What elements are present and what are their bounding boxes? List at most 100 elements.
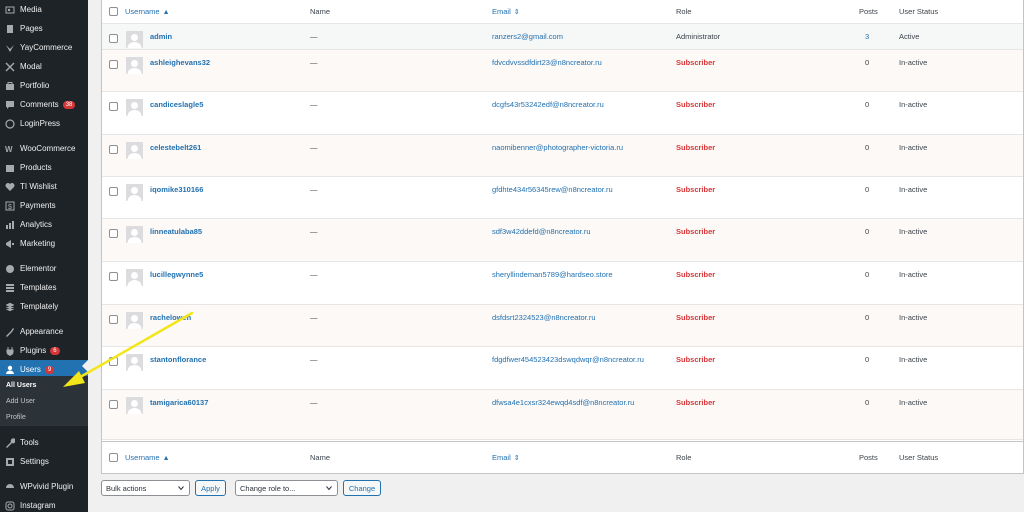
username-link[interactable]: linneatulaba85 xyxy=(150,227,202,236)
email-link[interactable]: gfdhte434r56345rew@n8ncreator.ru xyxy=(492,185,613,194)
posts-count[interactable]: 3 xyxy=(865,32,869,41)
column-header-posts: Posts xyxy=(859,453,878,462)
name-cell: — xyxy=(310,227,318,236)
posts-count: 0 xyxy=(865,355,870,364)
submenu-add-user[interactable]: Add User xyxy=(6,398,35,405)
table-row: lucillegwynne5 — sheryllindeman5789@hardse… xyxy=(102,262,1023,305)
column-header-label: Posts xyxy=(859,453,878,462)
column-header-email[interactable]: Email ⇕ xyxy=(492,7,520,16)
sidebar-item-label: LoginPress xyxy=(20,119,61,128)
sidebar-item-label: Comments xyxy=(20,100,59,109)
wishlist-icon xyxy=(5,182,15,192)
row-checkbox[interactable] xyxy=(109,272,118,281)
column-header-email[interactable]: Email ⇕ xyxy=(492,453,520,462)
sidebar-item-payments[interactable]: $ Payments xyxy=(0,196,88,215)
email-link[interactable]: sheryllindeman5789@hardseo.store xyxy=(492,270,613,279)
products-icon xyxy=(5,163,15,173)
sidebar-item-tools[interactable]: Tools xyxy=(0,433,88,452)
column-header-username[interactable]: Username ▲ xyxy=(125,453,170,462)
email-link[interactable]: sdf3w42ddefd@n8ncreator.ru xyxy=(492,227,591,236)
change-role-select[interactable]: Change role to... xyxy=(235,480,338,496)
posts-count: 0 xyxy=(865,227,870,236)
row-checkbox[interactable] xyxy=(109,34,118,43)
username-link[interactable]: lucillegwynne5 xyxy=(150,270,203,279)
username-link[interactable]: tamigarica60137 xyxy=(150,398,208,407)
tools-icon xyxy=(5,437,15,448)
select-all-checkbox[interactable] xyxy=(109,7,118,16)
name-cell: — xyxy=(310,313,318,322)
row-checkbox[interactable] xyxy=(109,102,118,111)
templates-icon xyxy=(5,283,15,293)
role-cell: Subscriber xyxy=(676,270,716,279)
email-link[interactable]: ranzers2@gmail.com xyxy=(492,32,563,41)
sidebar-item-woocommerce[interactable]: W WooCommerce xyxy=(0,139,88,158)
email-link[interactable]: fdvcdvvssdfdirt23@n8ncreator.ru xyxy=(492,58,602,67)
bulk-actions-select[interactable]: Bulk actions xyxy=(101,480,190,496)
role-cell: Subscriber xyxy=(676,355,716,364)
email-link[interactable]: naomibenner@photographer-victoria.ru xyxy=(492,143,623,152)
column-header-label: Name xyxy=(310,7,331,16)
sidebar-item-comments[interactable]: Comments 38 xyxy=(0,95,88,114)
email-link[interactable]: fdgdfwer454523423dswqdwqr@n8ncreator.ru xyxy=(492,355,644,364)
username-link[interactable]: ashleighevans32 xyxy=(150,58,210,67)
change-button[interactable]: Change xyxy=(343,480,381,496)
row-checkbox[interactable] xyxy=(109,60,118,69)
sidebar-item-products[interactable]: Products xyxy=(0,158,88,177)
instagram-icon xyxy=(5,501,15,511)
posts-count: 0 xyxy=(865,185,870,194)
sidebar-item-elementor[interactable]: Elementor xyxy=(0,259,88,278)
column-header-label: Role xyxy=(676,7,692,16)
count-badge: 9 xyxy=(44,365,55,374)
settings-icon xyxy=(5,457,15,467)
table-row: admin — ranzers2@gmail.com Administrator 3 Ac… xyxy=(102,24,1023,50)
row-checkbox[interactable] xyxy=(109,187,118,196)
sidebar-item-ti-wishlist[interactable]: TI Wishlist xyxy=(0,177,88,196)
sidebar-item-settings[interactable]: Settings xyxy=(0,452,88,471)
sidebar-item-analytics[interactable]: Analytics xyxy=(0,215,88,234)
user-status: In-active xyxy=(899,185,928,194)
username-link[interactable]: iqomike310166 xyxy=(150,185,203,194)
email-link[interactable]: dcgfs43r53242edf@n8ncreator.ru xyxy=(492,100,604,109)
sidebar-item-media[interactable]: Media xyxy=(0,0,88,19)
username-link[interactable]: celestebelt261 xyxy=(150,143,201,152)
row-checkbox[interactable] xyxy=(109,229,118,238)
email-link[interactable]: dsfdsrt2324523@n8ncreator.ru xyxy=(492,313,596,322)
column-header-label: User Status xyxy=(899,7,939,16)
sidebar-item-pages[interactable]: Pages xyxy=(0,19,88,38)
submenu-profile[interactable]: Profile xyxy=(6,414,26,421)
sidebar-item-instagram[interactable]: Instagram xyxy=(0,496,88,512)
username-link[interactable]: admin xyxy=(150,32,172,41)
users-table: Username ▲ Name Email ⇕ Role Posts User Status a… xyxy=(101,0,1024,474)
apply-button[interactable]: Apply xyxy=(195,480,226,496)
sidebar-item-marketing[interactable]: Marketing xyxy=(0,234,88,253)
name-cell: — xyxy=(310,270,318,279)
user-status: In-active xyxy=(899,270,928,279)
sidebar-item-wpvivid-plugin[interactable]: WPvivid Plugin xyxy=(0,477,88,496)
sidebar-item-portfolio[interactable]: Portfolio xyxy=(0,76,88,95)
row-checkbox[interactable] xyxy=(109,400,118,409)
user-status: Active xyxy=(899,32,920,41)
sidebar-item-label: WPvivid Plugin xyxy=(20,482,74,491)
username-link[interactable]: candiceslagle5 xyxy=(150,100,203,109)
yaycommerce-icon xyxy=(5,43,15,53)
table-row: linneatulaba85 — sdf3w42ddefd@n8ncreator.r… xyxy=(102,219,1023,262)
sidebar-item-yaycommerce[interactable]: YayCommerce xyxy=(0,38,88,57)
column-header-role: Role xyxy=(676,453,691,462)
sidebar-item-label: Templates xyxy=(20,283,57,292)
sidebar-item-modal[interactable]: Modal xyxy=(0,57,88,76)
chevron-down-icon xyxy=(326,486,332,491)
sidebar-item-loginpress[interactable]: LoginPress xyxy=(0,114,88,133)
email-link[interactable]: dfwsa4e1cxsr324ewqd4sdf@n8ncreator.ru xyxy=(492,398,634,407)
row-checkbox[interactable] xyxy=(109,145,118,154)
user-status: In-active xyxy=(899,398,928,407)
avatar-placeholder-icon xyxy=(126,184,143,201)
avatar xyxy=(126,397,143,414)
sidebar-item-label: Products xyxy=(20,163,52,172)
select-all-checkbox[interactable] xyxy=(109,453,118,462)
column-header-name: Name xyxy=(310,453,330,462)
svg-text:$: $ xyxy=(8,204,12,211)
column-header-username[interactable]: Username ▲ xyxy=(125,7,170,16)
submenu-all-users[interactable]: All Users xyxy=(6,382,36,389)
sidebar-item-templates[interactable]: Templates xyxy=(0,278,88,297)
change-role-value: Change role to... xyxy=(240,483,296,493)
